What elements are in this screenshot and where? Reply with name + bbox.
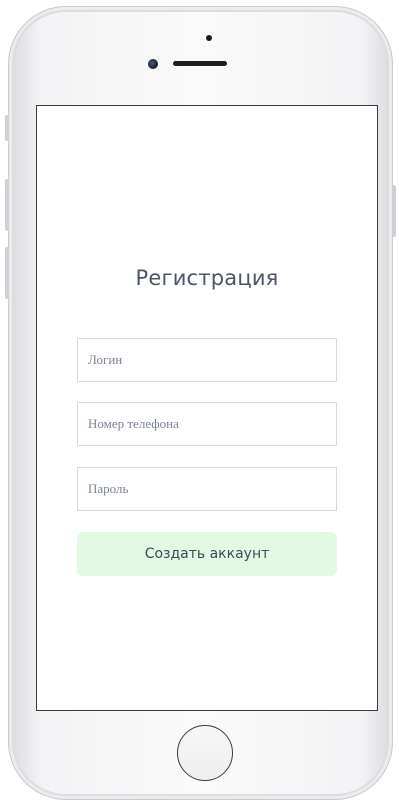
volume-up-button xyxy=(5,179,9,231)
front-camera xyxy=(148,59,158,69)
proximity-sensor xyxy=(206,35,212,41)
earpiece-speaker xyxy=(173,61,227,66)
mute-switch xyxy=(5,115,9,141)
home-button[interactable] xyxy=(177,725,233,781)
power-button xyxy=(392,185,396,237)
page-title: Регистрация xyxy=(135,266,279,290)
phone-screen: Регистрация Создать аккаунт xyxy=(36,105,378,711)
volume-down-button xyxy=(5,247,9,299)
create-account-button[interactable]: Создать аккаунт xyxy=(77,532,337,576)
login-input[interactable] xyxy=(77,338,337,382)
phone-frame: Регистрация Создать аккаунт xyxy=(5,6,396,800)
phone-number-input[interactable] xyxy=(77,402,337,446)
password-input[interactable] xyxy=(77,467,337,511)
